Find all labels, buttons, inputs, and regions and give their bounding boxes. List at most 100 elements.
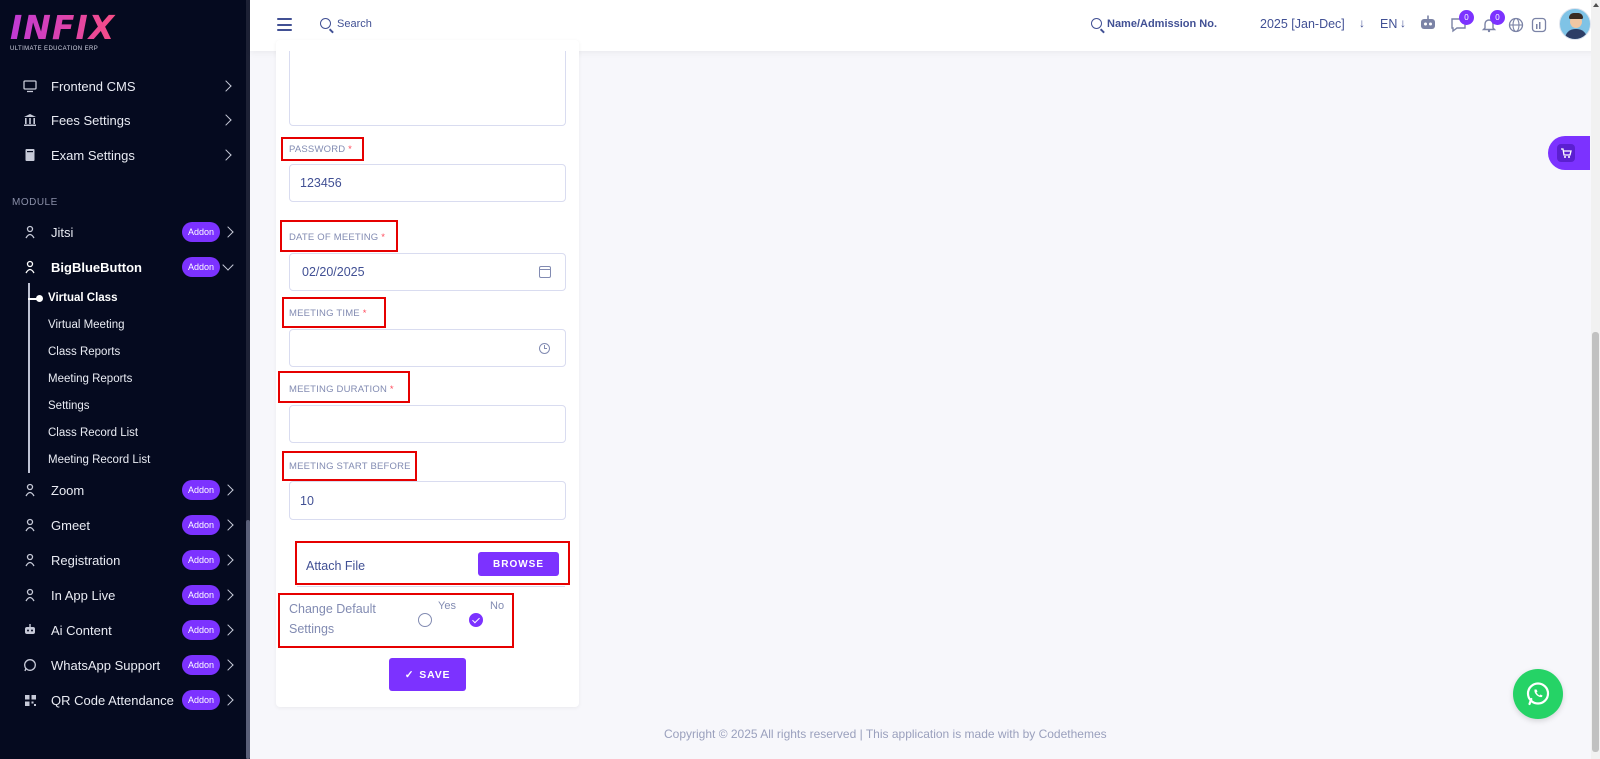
date-value: 02/20/2025 bbox=[302, 265, 365, 279]
sidebar-item-label: Registration bbox=[51, 552, 121, 568]
whatsapp-chat-button[interactable] bbox=[1513, 669, 1563, 719]
no-radio[interactable] bbox=[469, 613, 483, 627]
monitor-icon bbox=[22, 78, 38, 94]
sidebar-item-jitsi[interactable]: Jitsi Addon bbox=[0, 217, 246, 247]
video-icon bbox=[22, 587, 38, 603]
sidebar-item-label: WhatsApp Support bbox=[51, 657, 161, 673]
search-icon bbox=[320, 18, 331, 29]
student-search-input[interactable]: Name/Admission No. bbox=[1107, 18, 1217, 30]
qr-icon bbox=[22, 692, 38, 708]
submenu-class-record-list[interactable]: Class Record List bbox=[48, 427, 138, 439]
sidebar-item-ai-content[interactable]: Ai Content Addon bbox=[0, 615, 246, 645]
whatsapp-icon bbox=[22, 657, 38, 673]
sidebar-item-fees-settings[interactable]: Fees Settings bbox=[0, 105, 246, 135]
addon-badge: Addon bbox=[182, 690, 220, 710]
language-arrow-icon[interactable]: ↓ bbox=[1400, 16, 1406, 30]
sidebar-item-gmeet[interactable]: Gmeet Addon bbox=[0, 510, 246, 540]
submenu-virtual-class[interactable]: Virtual Class bbox=[48, 292, 117, 304]
save-label: SAVE bbox=[419, 668, 451, 681]
globe-icon[interactable] bbox=[1507, 16, 1525, 34]
submenu-virtual-meeting[interactable]: Virtual Meeting bbox=[48, 319, 125, 331]
video-icon bbox=[22, 259, 38, 275]
video-icon bbox=[22, 482, 38, 498]
password-input[interactable]: 123456 bbox=[289, 164, 566, 202]
addon-badge: Addon bbox=[182, 480, 220, 500]
floating-cart-button[interactable] bbox=[1548, 136, 1590, 170]
sidebar-item-exam-settings[interactable]: Exam Settings bbox=[0, 140, 246, 170]
module-heading: MODULE bbox=[12, 197, 58, 208]
cart-icon bbox=[1557, 144, 1575, 162]
sidebar-item-whatsapp-support[interactable]: WhatsApp Support Addon bbox=[0, 650, 246, 680]
chevron-right-icon bbox=[222, 589, 234, 601]
clock-icon[interactable] bbox=[539, 342, 550, 354]
active-dot bbox=[36, 295, 43, 302]
yes-radio[interactable] bbox=[418, 613, 432, 627]
sidebar: INFIX ULTIMATE EDUCATION ERP Frontend CM… bbox=[0, 0, 250, 759]
user-avatar[interactable] bbox=[1559, 8, 1591, 40]
addon-badge: Addon bbox=[182, 222, 220, 242]
messages-count-badge: 0 bbox=[1459, 10, 1474, 25]
session-arrow-icon[interactable]: ↓ bbox=[1359, 16, 1365, 30]
chevron-right-icon bbox=[222, 624, 234, 636]
video-icon bbox=[22, 517, 38, 533]
meeting-time-input[interactable] bbox=[289, 329, 566, 367]
meeting-start-before-label: MEETING START BEFORE bbox=[289, 461, 411, 472]
description-textarea[interactable] bbox=[289, 51, 566, 126]
robot-icon bbox=[22, 622, 38, 638]
chevron-right-icon bbox=[220, 149, 232, 161]
meeting-start-before-input[interactable]: 10 bbox=[289, 481, 566, 520]
meeting-duration-input[interactable] bbox=[289, 405, 566, 443]
addon-badge: Addon bbox=[182, 620, 220, 640]
sidebar-item-qr-code-attendance[interactable]: QR Code Attendance Addon bbox=[0, 685, 246, 715]
chevron-right-icon bbox=[222, 519, 234, 531]
browse-button[interactable]: BROWSE bbox=[478, 552, 559, 576]
submenu-meeting-reports[interactable]: Meeting Reports bbox=[48, 373, 132, 385]
sidebar-item-registration[interactable]: Registration Addon bbox=[0, 545, 246, 575]
change-default-settings-label: Change Default Settings bbox=[289, 602, 376, 636]
start-before-value: 10 bbox=[300, 493, 314, 508]
chevron-right-icon bbox=[222, 484, 234, 496]
addon-badge: Addon bbox=[182, 515, 220, 535]
sidebar-item-zoom[interactable]: Zoom Addon bbox=[0, 475, 246, 505]
date-of-meeting-label: DATE OF MEETING * bbox=[289, 232, 386, 243]
sidebar-item-bigbluebutton[interactable]: BigBlueButton Addon bbox=[0, 252, 246, 282]
sidebar-item-frontend-cms[interactable]: Frontend CMS bbox=[0, 71, 246, 101]
submenu-class-reports[interactable]: Class Reports bbox=[48, 346, 120, 358]
session-selector[interactable]: 2025 [Jan-Dec] bbox=[1260, 17, 1345, 31]
addon-badge: Addon bbox=[182, 257, 220, 277]
chevron-right-icon bbox=[222, 226, 234, 238]
sidebar-item-label: Exam Settings bbox=[51, 147, 135, 163]
logo[interactable]: INFIX ULTIMATE EDUCATION ERP bbox=[10, 10, 130, 58]
sidebar-scrollbar-thumb[interactable] bbox=[246, 520, 250, 759]
date-of-meeting-input[interactable]: 02/20/2025 bbox=[289, 253, 566, 291]
language-selector[interactable]: EN bbox=[1380, 17, 1397, 31]
chevron-right-icon bbox=[220, 114, 232, 126]
addon-badge: Addon bbox=[182, 550, 220, 570]
sidebar-item-label: QR Code Attendance bbox=[51, 692, 174, 708]
sidebar-item-label: Fees Settings bbox=[51, 112, 131, 128]
sidebar-item-label: BigBlueButton bbox=[51, 259, 142, 275]
sidebar-item-label: Ai Content bbox=[51, 622, 112, 638]
page-scrollbar-thumb[interactable] bbox=[1592, 332, 1599, 752]
sidebar-item-label: Zoom bbox=[51, 482, 85, 498]
submenu-meeting-record-list[interactable]: Meeting Record List bbox=[48, 454, 150, 466]
robot-icon[interactable] bbox=[1419, 14, 1437, 32]
no-label: No bbox=[490, 600, 505, 612]
menu-toggle-icon[interactable] bbox=[277, 18, 292, 31]
video-icon bbox=[22, 224, 38, 240]
logo-text: INFIX bbox=[10, 10, 130, 46]
password-label: PASSWORD * bbox=[289, 144, 353, 155]
sidebar-item-in-app-live[interactable]: In App Live Addon bbox=[0, 580, 246, 610]
calendar-icon[interactable] bbox=[539, 266, 551, 278]
save-button[interactable]: ✓ SAVE bbox=[389, 658, 466, 691]
attach-file-field[interactable]: Attach File BROWSE bbox=[297, 543, 565, 587]
yes-label: Yes bbox=[438, 600, 456, 612]
footer-copyright: Copyright © 2025 All rights reserved | T… bbox=[664, 727, 1107, 741]
sidebar-item-label: Jitsi bbox=[51, 224, 74, 240]
submenu-settings[interactable]: Settings bbox=[48, 400, 90, 412]
search-input[interactable]: Search bbox=[337, 18, 372, 30]
sidebar-item-label: Frontend CMS bbox=[51, 78, 136, 94]
password-value: 123456 bbox=[300, 176, 342, 190]
apps-icon[interactable] bbox=[1530, 16, 1548, 34]
scroll-up-arrow-icon[interactable] bbox=[1593, 3, 1599, 7]
